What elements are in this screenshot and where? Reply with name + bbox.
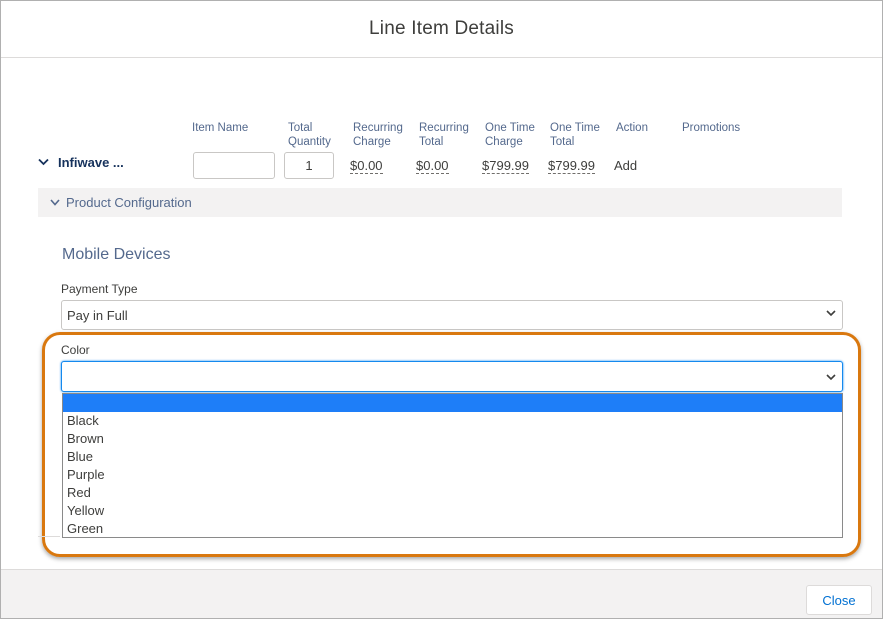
column-header-one-time-total-line2: Total <box>550 136 575 148</box>
column-header-one-time-charge-line1: One Time <box>485 122 535 134</box>
column-header-promotions: Promotions <box>682 121 740 135</box>
row-expand-toggle[interactable] <box>38 154 49 169</box>
column-header-total-quantity-line2: Quantity <box>288 136 331 148</box>
section-label: Product Configuration <box>66 195 192 210</box>
payment-type-select[interactable]: Pay in Full <box>61 300 843 330</box>
column-header-action: Action <box>616 121 648 135</box>
column-header-one-time-total-line1: One Time <box>550 122 600 134</box>
add-action-link[interactable]: Add <box>614 158 637 173</box>
recurring-charge-value[interactable]: $0.00 <box>350 158 383 174</box>
modal-title: Line Item Details <box>369 18 514 39</box>
modal-footer: Close <box>1 569 882 618</box>
column-header-promotions-label: Promotions <box>682 122 741 134</box>
column-header-item-name-label: Item Name <box>192 122 249 134</box>
color-select[interactable] <box>61 361 843 392</box>
color-option-blank[interactable] <box>63 394 842 412</box>
column-header-one-time-total: One Time Total <box>550 121 600 149</box>
close-button[interactable]: Close <box>806 585 872 615</box>
payment-type-selected-value: Pay in Full <box>67 308 128 323</box>
column-header-action-label: Action <box>616 122 648 134</box>
color-option-red[interactable]: Red <box>63 484 842 502</box>
item-name-input[interactable] <box>193 152 275 179</box>
column-header-recurring-charge: Recurring Charge <box>353 121 403 149</box>
column-header-total-quantity: Total Quantity <box>288 121 331 149</box>
quantity-input[interactable]: 1 <box>284 152 334 179</box>
column-header-one-time-charge: One Time Charge <box>485 121 535 149</box>
payment-type-label: Payment Type <box>61 282 138 296</box>
column-header-one-time-charge-line2: Charge <box>485 136 523 148</box>
column-header-recurring-total-line1: Recurring <box>419 122 469 134</box>
column-header-recurring-total-line2: Total <box>419 136 444 148</box>
one-time-charge-value[interactable]: $799.99 <box>482 158 529 174</box>
column-header-total-quantity-line1: Total <box>288 122 313 134</box>
recurring-total-value: $0.00 <box>416 158 449 174</box>
color-option-purple[interactable]: Purple <box>63 466 842 484</box>
product-name-link[interactable]: Infiwave ... <box>58 155 124 170</box>
column-header-item-name: Item Name <box>192 121 248 135</box>
chevron-down-icon <box>826 374 836 381</box>
line-item-details-modal: Line Item Details Item Name Total Quanti… <box>0 0 883 619</box>
column-header-recurring-charge-line1: Recurring <box>353 122 403 134</box>
divider <box>38 536 60 537</box>
product-configuration-section-toggle[interactable]: Product Configuration <box>38 188 842 217</box>
chevron-down-icon <box>50 197 60 209</box>
chevron-down-icon <box>38 158 49 166</box>
group-title: Mobile Devices <box>62 246 171 263</box>
color-option-blue[interactable]: Blue <box>63 448 842 466</box>
color-label: Color <box>61 343 90 357</box>
color-option-brown[interactable]: Brown <box>63 430 842 448</box>
color-option-black[interactable]: Black <box>63 412 842 430</box>
one-time-total-value: $799.99 <box>548 158 595 174</box>
modal-header: Line Item Details <box>1 1 882 58</box>
column-header-recurring-total: Recurring Total <box>419 121 469 149</box>
column-header-recurring-charge-line2: Charge <box>353 136 391 148</box>
chevron-down-icon <box>826 310 836 317</box>
color-dropdown-list: Black Brown Blue Purple Red Yellow Green <box>62 393 843 538</box>
color-option-green[interactable]: Green <box>63 520 842 538</box>
color-option-yellow[interactable]: Yellow <box>63 502 842 520</box>
